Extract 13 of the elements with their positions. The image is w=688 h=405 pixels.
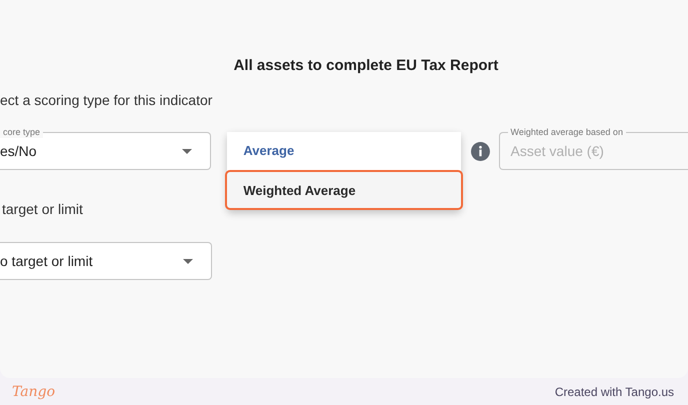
- scoring-prompt: ect a scoring type for this indicator: [0, 92, 214, 108]
- field-label: Weighted average based on: [508, 126, 626, 138]
- field-label: core type: [0, 126, 44, 138]
- credit-text: Created with Tango.us: [554, 384, 674, 398]
- dropdown-caret-icon: [182, 148, 192, 154]
- logo: Tango: [12, 384, 56, 400]
- report-title: All assets to complete EU Tax Report: [232, 57, 500, 76]
- menu-item[interactable]: Average: [227, 132, 462, 168]
- dropdown-caret-icon: [183, 258, 193, 264]
- menu-item[interactable]: Weighted Average: [225, 170, 464, 210]
- target-prompt: target or limit: [1, 201, 84, 217]
- info-icon[interactable]: [470, 142, 490, 160]
- target-select[interactable]: o target or limit: [0, 242, 212, 280]
